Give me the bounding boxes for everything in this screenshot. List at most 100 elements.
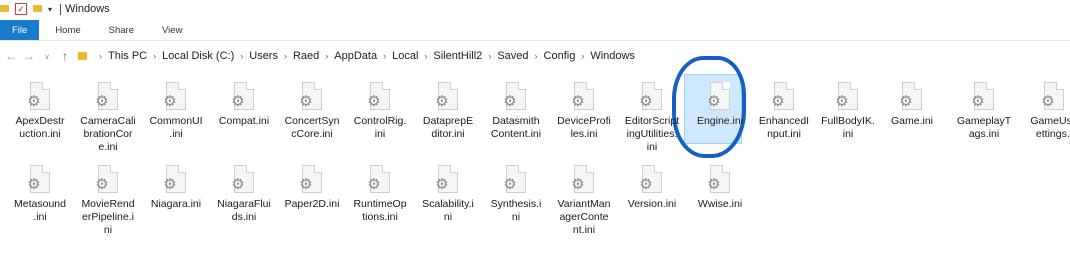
tab-share[interactable]: Share [95,20,148,40]
file-name-label: Paper2D.ini [284,198,340,210]
file-name-label: Metasound .ini [14,198,66,223]
file-item[interactable]: ⚙ ApexDestr uction.ini [10,82,70,141]
folder-icon [78,52,87,60]
ini-settings-file-icon: ⚙ [1040,82,1068,112]
chevron-right-icon[interactable]: › [240,51,243,61]
chevron-right-icon[interactable]: › [535,51,538,61]
file-name-label: ConcertSyn cCore.ini [284,115,340,140]
ini-settings-file-icon: ⚙ [434,82,462,112]
breadcrumb-item[interactable]: Saved [497,50,528,62]
ini-settings-file-icon: ⚙ [94,165,122,195]
file-name-label: CameraCali brationCor e.ini [80,115,136,153]
file-item[interactable]: ⚙ Metasound .ini [10,165,70,224]
tab-home[interactable]: Home [39,20,94,40]
file-name-label: Wwise.ini [697,198,743,210]
up-arrow-icon[interactable]: ↑ [58,49,72,63]
chevron-right-icon[interactable]: › [581,51,584,61]
file-item[interactable]: ⚙ CameraCali brationCor e.ini [78,82,138,154]
file-name-label: NiagaraFlui ds.ini [217,198,271,223]
chevron-right-icon[interactable]: › [284,51,287,61]
file-name-label: VariantMan agerConte nt.ini [557,198,611,236]
breadcrumb-item[interactable]: Raed [293,50,319,62]
chevron-right-icon[interactable]: › [424,51,427,61]
recent-locations-chevron-icon[interactable]: ∨ [40,52,54,61]
chevron-right-icon[interactable]: › [383,51,386,61]
ini-settings-file-icon: ⚙ [230,82,258,112]
ini-settings-file-icon: ⚙ [638,165,666,195]
file-name-label: GameplayT ags.ini [956,115,1012,140]
file-name-label: Datasmith Content.ini [490,115,542,140]
file-item[interactable]: ⚙ Game.ini [882,82,942,128]
file-item[interactable]: ⚙ NiagaraFlui ds.ini [214,165,274,224]
title-bar: ✓ ▾ Windows [0,0,1070,18]
ini-settings-file-icon: ⚙ [434,165,462,195]
new-folder-icon[interactable] [33,3,42,15]
folder-icon [0,3,9,15]
tab-file[interactable]: File [0,20,40,40]
file-item[interactable]: ⚙ DataprepE ditor.ini [418,82,478,141]
breadcrumb-item[interactable]: AppData [334,50,377,62]
chevron-right-icon[interactable]: › [488,51,491,61]
file-item[interactable]: ⚙ Scalability.i ni [418,165,478,224]
breadcrumb-item[interactable]: This PC [108,50,147,62]
file-item[interactable]: ⚙ Engine.ini [690,82,750,128]
file-item[interactable]: ⚙ Niagara.ini [146,165,206,211]
ini-settings-file-icon: ⚙ [26,165,54,195]
file-item[interactable]: ⚙ MovieRend erPipeline.i ni [78,165,138,237]
file-item[interactable]: ⚙ FullBodyIK. ini [818,82,878,141]
file-name-label: CommonUI .ini [149,115,203,140]
file-name-label: Engine.ini [696,115,744,127]
breadcrumb-item[interactable]: SilentHill2 [433,50,482,62]
file-name-label: Compat.ini [218,115,270,127]
breadcrumb-item[interactable]: Users [249,50,278,62]
file-item[interactable]: ⚙ EnhancedI nput.ini [754,82,814,141]
chevron-right-icon[interactable]: › [325,51,328,61]
file-name-label: Version.ini [627,198,677,210]
forward-arrow-icon[interactable]: → [22,49,36,63]
file-item[interactable]: ⚙ Compat.ini [214,82,274,128]
file-name-label: MovieRend erPipeline.i ni [81,198,135,236]
chevron-right-icon[interactable]: › [99,51,102,61]
ini-settings-file-icon: ⚙ [898,82,926,112]
file-name-label: ControlRig. ini [353,115,407,140]
file-item[interactable]: ⚙ RuntimeOp tions.ini [350,165,410,224]
file-item[interactable]: ⚙ Version.ini [622,165,682,211]
address-bar: ← → ∨ ↑ › This PC › Local Disk (C:) › Users ›… [0,46,1070,66]
ini-settings-file-icon: ⚙ [162,82,190,112]
file-name-label: DeviceProfi les.ini [557,115,611,140]
ini-settings-file-icon: ⚙ [502,82,530,112]
tab-view[interactable]: View [148,20,196,40]
breadcrumb-item[interactable]: Local Disk (C:) [162,50,234,62]
ini-settings-file-icon: ⚙ [570,165,598,195]
chevron-right-icon[interactable]: › [153,51,156,61]
ini-settings-file-icon: ⚙ [94,82,122,112]
ini-settings-file-icon: ⚙ [706,165,734,195]
file-name-label: Niagara.ini [150,198,202,210]
breadcrumb-item[interactable]: Local [392,50,418,62]
breadcrumb-item[interactable]: Windows [590,50,635,62]
ini-settings-file-icon: ⚙ [834,82,862,112]
file-item[interactable]: ⚙ Synthesis.i ni [486,165,546,224]
back-arrow-icon[interactable]: ← [4,49,18,63]
file-item[interactable]: ⚙ GameUseettings.i [1024,82,1070,141]
file-item[interactable]: ⚙ DeviceProfi les.ini [554,82,614,141]
ini-settings-file-icon: ⚙ [162,165,190,195]
ribbon-tabs: File Home Share View [0,20,1070,41]
breadcrumb: This PC › Local Disk (C:) › Users › Raed › AppDa… [108,50,635,62]
file-item[interactable]: ⚙ GameplayT ags.ini [954,82,1014,141]
file-item[interactable]: ⚙ Wwise.ini [690,165,750,211]
file-item[interactable]: ⚙ VariantMan agerConte nt.ini [554,165,614,237]
properties-icon[interactable]: ✓ [15,3,27,15]
file-item[interactable]: ⚙ CommonUI .ini [146,82,206,141]
file-item[interactable]: ⚙ EditorScript ingUtilities. ini [622,82,682,154]
file-name-label: EditorScript ingUtilities. ini [624,115,680,153]
customize-quick-access-icon[interactable]: ▾ [48,5,52,14]
breadcrumb-item[interactable]: Config [544,50,576,62]
file-name-label: Synthesis.i ni [490,198,542,223]
file-name-label: ApexDestr uction.ini [15,115,65,140]
file-item[interactable]: ⚙ Paper2D.ini [282,165,342,211]
file-item[interactable]: ⚙ Datasmith Content.ini [486,82,546,141]
file-item[interactable]: ⚙ ControlRig. ini [350,82,410,141]
ini-settings-file-icon: ⚙ [230,165,258,195]
file-item[interactable]: ⚙ ConcertSyn cCore.ini [282,82,342,141]
